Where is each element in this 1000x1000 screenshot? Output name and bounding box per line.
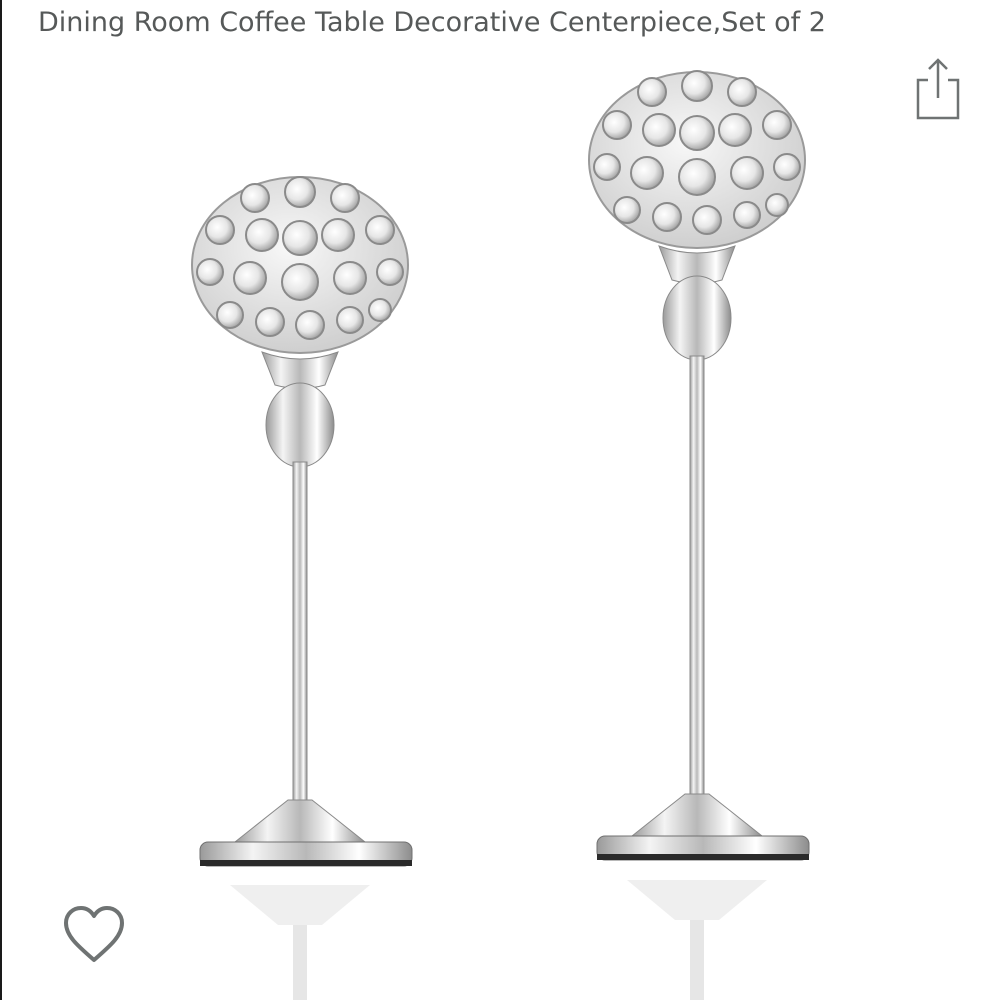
favorite-button[interactable] — [60, 900, 128, 968]
share-button[interactable] — [912, 54, 964, 124]
left-candle-holder — [191, 176, 413, 1000]
left-edge-border — [0, 0, 2, 1000]
heart-outline-icon — [64, 906, 124, 962]
share-icon — [916, 58, 960, 120]
product-image — [191, 70, 810, 1000]
right-candle-holder — [588, 70, 810, 1000]
product-title: Dining Room Coffee Table Decorative Cent… — [38, 7, 826, 38]
